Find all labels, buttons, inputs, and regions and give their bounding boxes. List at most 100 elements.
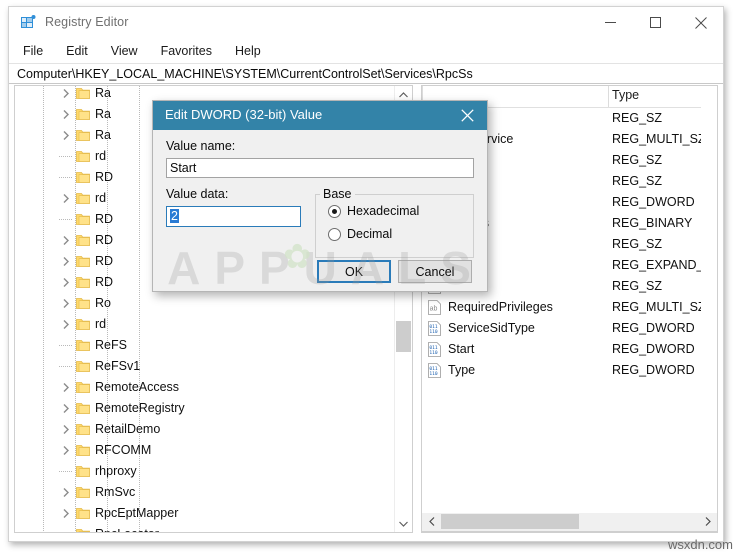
chevron-right-icon[interactable] [59,86,73,100]
maximize-button[interactable] [633,7,678,38]
folder-icon [76,212,92,226]
dialog-body: Value name: Start Value data: 2 Base Hex… [153,130,487,291]
folder-icon [76,107,92,121]
value-data-label: Value data: [166,187,229,201]
tree-item[interactable]: RpcLocator [15,524,396,532]
tree-item-label: rd [95,149,107,163]
value-name: ServiceSidType [448,321,535,335]
value-type: REG_DWORD [612,321,695,335]
folder-icon [76,527,92,532]
tree-item[interactable]: RmSvc [15,482,396,503]
chevron-right-icon[interactable] [59,254,73,268]
value-type: REG_DWORD [612,363,695,377]
value-data-input[interactable]: 2 [166,206,301,227]
dword-value-icon: 011110 [427,363,442,378]
values-vertical-scrollbar[interactable] [701,86,717,513]
menu-bar: File Edit View Favorites Help [9,38,723,63]
chevron-right-icon[interactable] [59,443,73,457]
base-group-label: Base [320,187,355,201]
screenshot-root: Registry Editor File Edit View Favorites… [0,0,737,554]
tree-connector [59,177,72,178]
folder-icon [76,359,92,373]
tree-item[interactable]: RetailDemo [15,419,396,440]
tree-connector [59,471,72,472]
chevron-right-icon[interactable] [59,107,73,121]
tree-item[interactable]: RFCOMM [15,440,396,461]
value-row[interactable]: 011 110 ServiceSidType REG_DWORD [422,318,717,339]
chevron-right-icon[interactable] [59,296,73,310]
chevron-right-icon[interactable] [59,380,73,394]
radio-hexadecimal[interactable] [328,205,341,218]
chevron-right-icon[interactable] [59,275,73,289]
menu-item-favorites[interactable]: Favorites [157,42,216,60]
scroll-down-arrow[interactable] [395,515,412,532]
folder-icon [76,149,92,163]
string-value-icon: ab [427,300,442,315]
tree-item-label: RD [95,170,114,184]
chevron-right-icon[interactable] [59,233,73,247]
chevron-right-icon[interactable] [59,506,73,520]
tree-item[interactable]: ReFSv1 [15,356,396,377]
tree-item-label: rhproxy [95,464,137,478]
minimize-button[interactable] [588,7,633,38]
column-header-type[interactable]: Type [612,88,639,102]
menu-item-help[interactable]: Help [231,42,265,60]
value-row[interactable]: ab RequiredPrivileges REG_MULTI_SZ [422,297,717,318]
tree-item[interactable]: RpcEptMapper [15,503,396,524]
horizontal-scroll-thumb[interactable] [441,514,579,529]
folder-icon [76,170,92,184]
folder-icon [76,254,92,268]
folder-icon [76,86,92,100]
menu-item-view[interactable]: View [107,42,142,60]
tree-item[interactable]: ReFS [15,335,396,356]
address-bar[interactable]: Computer\HKEY_LOCAL_MACHINE\SYSTEM\Curre… [9,63,723,84]
values-horizontal-scrollbar[interactable] [421,513,718,532]
tree-item-label: Ra [95,86,111,100]
folder-icon [76,443,92,457]
tree-item[interactable]: rd [15,314,396,335]
folder-icon [76,401,92,415]
tree-item-label: ReFSv1 [95,359,141,373]
chevron-right-icon[interactable] [59,422,73,436]
chevron-right-icon[interactable] [59,191,73,205]
value-type: REG_DWORD [612,195,695,209]
dword-value-icon: 011110 [427,342,442,357]
folder-icon [76,191,92,205]
menu-item-file[interactable]: File [19,42,47,60]
chevron-right-icon[interactable] [59,128,73,142]
tree-scroll-thumb[interactable] [396,321,411,352]
tree-item[interactable]: Ro [15,293,396,314]
svg-text:110: 110 [429,329,438,335]
cancel-button[interactable]: Cancel [398,260,472,283]
chevron-right-icon[interactable] [59,401,73,415]
radio-hexadecimal-label[interactable]: Hexadecimal [347,204,419,218]
close-button[interactable] [678,7,723,38]
dialog-close-icon[interactable] [447,101,487,130]
chevron-right-icon[interactable] [59,317,73,331]
value-name: Type [448,363,476,377]
chevron-right-icon[interactable] [59,485,73,499]
tree-item-label: RpcEptMapper [95,506,179,520]
tree-item[interactable]: rhproxy [15,461,396,482]
folder-icon [76,296,92,310]
tree-item[interactable]: RemoteRegistry [15,398,396,419]
ok-button[interactable]: OK [317,260,391,283]
tree-connector [59,156,72,157]
value-row[interactable]: 011 110 Type REG_DWORD [422,360,717,381]
value-type: REG_BINARY [612,216,693,230]
radio-decimal[interactable] [328,228,341,241]
value-row[interactable]: 011 110 Start REG_DWORD [422,339,717,360]
tree-item[interactable]: RemoteAccess [15,377,396,398]
value-name-text: Start [170,161,197,175]
menu-item-edit[interactable]: Edit [62,42,92,60]
edit-dword-dialog: Edit DWORD (32-bit) Value Value name: St… [152,100,488,292]
svg-text:ab: ab [430,306,438,313]
dword-value-icon: 011110 [427,321,442,336]
svg-text:110: 110 [429,371,438,377]
scroll-right-arrow[interactable] [699,513,716,530]
scroll-left-arrow[interactable] [423,513,440,530]
radio-decimal-label[interactable]: Decimal [347,227,392,241]
radio-hexadecimal-dot [332,209,337,214]
value-name-input[interactable]: Start [166,158,474,178]
value-type: REG_MULTI_SZ [612,132,706,146]
